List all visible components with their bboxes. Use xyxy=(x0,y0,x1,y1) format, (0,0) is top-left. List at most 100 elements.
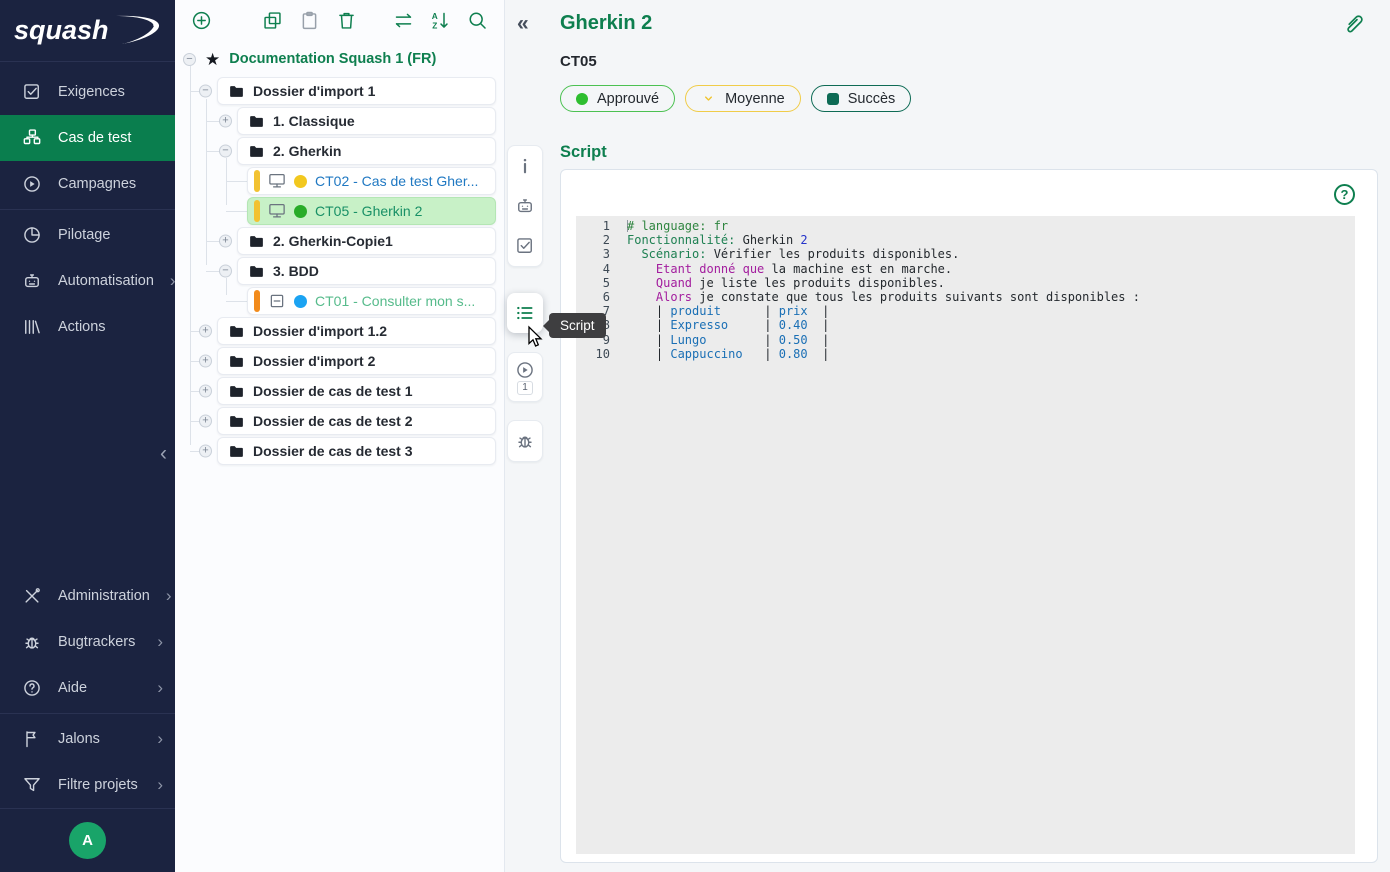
swap-icon[interactable] xyxy=(393,10,414,31)
tree-node-label: CT05 - Gherkin 2 xyxy=(315,203,422,219)
sidebar-item-label: Jalons xyxy=(58,731,141,747)
sidebar-item-pilotage[interactable]: Pilotage xyxy=(0,212,175,258)
tree-toggle-icon[interactable]: + xyxy=(199,415,212,428)
help-icon[interactable]: ? xyxy=(1334,184,1355,205)
tree-toggle-icon[interactable]: + xyxy=(199,445,212,458)
tree-node[interactable]: CT01 - Consulter mon s... xyxy=(247,287,496,315)
verification-icon[interactable] xyxy=(507,226,543,266)
bug-icon[interactable] xyxy=(507,421,543,461)
sidebar-divider xyxy=(0,209,175,210)
sidebar-item-filtre-projets[interactable]: Filtre projets› xyxy=(0,762,175,808)
main-header: Gherkin 2 xyxy=(560,12,1378,36)
information-icon[interactable] xyxy=(507,146,543,186)
folder-icon xyxy=(228,413,245,430)
code-line: 2Fonctionnalité: Gherkin 2 xyxy=(576,233,1355,247)
squash-logo[interactable]: squash xyxy=(0,0,175,62)
tree-node-label: 2. Gherkin xyxy=(273,143,341,159)
tree-node[interactable]: Dossier d'import 1 xyxy=(217,77,496,105)
sidebar-item-bugtrackers[interactable]: Bugtrackers› xyxy=(0,619,175,665)
folder-icon xyxy=(248,263,265,280)
status-badges: Approuvé Moyenne Succès xyxy=(560,85,1378,112)
tree-node[interactable]: Dossier d'import 2 xyxy=(217,347,496,375)
tree-row: − 2. Gherkin xyxy=(175,136,504,166)
badge-succès[interactable]: Succès xyxy=(811,85,912,112)
sidebar-item-actions[interactable]: Actions xyxy=(0,304,175,350)
tree-toggle-icon[interactable]: − xyxy=(183,53,196,66)
line-number: 5 xyxy=(576,276,610,290)
tree-node[interactable]: Dossier de cas de test 2 xyxy=(217,407,496,435)
tree-node[interactable]: Dossier d'import 1.2 xyxy=(217,317,496,345)
help-icon xyxy=(22,678,42,698)
robot-icon xyxy=(22,271,42,291)
sidebar-item-cas-de-test[interactable]: Cas de test xyxy=(0,115,175,161)
executions-count-badge: 1 xyxy=(517,381,533,395)
squash-app: squash ExigencesCas de test Campagnes Pilo… xyxy=(0,0,1390,872)
sidebar-divider xyxy=(0,713,175,714)
tree-toggle-icon[interactable]: − xyxy=(219,145,232,158)
tree-node[interactable]: CT05 - Gherkin 2 xyxy=(247,197,496,225)
tree-connector xyxy=(226,181,247,182)
gherkin-editor[interactable]: 1# language: fr2Fonctionnalité: Gherkin … xyxy=(576,216,1355,854)
paperclip-icon[interactable] xyxy=(1341,12,1365,36)
collapse-panel-icon[interactable]: « xyxy=(517,12,529,36)
sort-icon[interactable]: AZ xyxy=(430,10,451,31)
code-line: 8 | Expresso | 0.40 | xyxy=(576,318,1355,332)
add-icon[interactable] xyxy=(191,10,212,31)
sidebar-collapse-icon[interactable]: ‹ xyxy=(160,443,167,464)
tree-node-label: Dossier de cas de test 2 xyxy=(253,413,413,429)
script-panel: ? 1# language: fr2Fonctionnalité: Gherki… xyxy=(560,169,1378,863)
tree-node[interactable]: 2. Gherkin-Copie1 xyxy=(237,227,496,255)
sidebar-item-aide[interactable]: Aide› xyxy=(0,665,175,711)
tree-node[interactable]: CT02 - Cas de test Gher... xyxy=(247,167,496,195)
code-text: | Expresso | 0.40 | xyxy=(627,318,829,332)
sidebar-item-jalons[interactable]: Jalons › xyxy=(0,716,175,762)
sidebar-item-campagnes[interactable]: Campagnes xyxy=(0,161,175,207)
sidebar-item-label: Aide xyxy=(58,680,141,696)
copy-icon[interactable] xyxy=(262,10,283,31)
sidebar-item-label: Filtre projets xyxy=(58,777,141,793)
line-number: 10 xyxy=(576,347,610,361)
badge-approuvé[interactable]: Approuvé xyxy=(560,85,675,112)
search-icon[interactable] xyxy=(467,10,488,31)
tree-toggle-icon[interactable]: − xyxy=(219,265,232,278)
tree-connector xyxy=(206,241,220,242)
pie-icon xyxy=(22,225,42,245)
tree-row: + Dossier d'import 2 xyxy=(175,346,504,376)
tree-toggle-icon[interactable]: + xyxy=(199,385,212,398)
paste-icon[interactable] xyxy=(299,10,320,31)
chevron-down-icon xyxy=(701,91,716,106)
badge-moyenne[interactable]: Moyenne xyxy=(685,85,801,112)
sidebar-item-automatisation[interactable]: Automatisation› xyxy=(0,258,175,304)
tree-toggle-icon[interactable]: + xyxy=(219,235,232,248)
tree-row: +1. Classique xyxy=(175,106,504,136)
status-square-icon xyxy=(827,93,839,105)
tree-node[interactable]: Dossier de cas de test 3 xyxy=(217,437,496,465)
folder-icon xyxy=(228,443,245,460)
tree-node[interactable]: 2. Gherkin xyxy=(237,137,496,165)
code-text: | Cappuccino | 0.80 | xyxy=(627,347,829,361)
chevron-right-icon: › xyxy=(157,729,165,749)
project-root-label[interactable]: Documentation Squash 1 (FR) xyxy=(229,51,436,67)
tree-toggle-icon[interactable]: + xyxy=(199,325,212,338)
filter-icon xyxy=(22,775,42,795)
tree-toggle-icon[interactable]: + xyxy=(219,115,232,128)
tree-root[interactable]: − ★ Documentation Squash 1 (FR) xyxy=(175,46,504,72)
chevron-right-icon: › xyxy=(166,586,174,606)
sidebar-item-exigences[interactable]: Exigences xyxy=(0,69,175,115)
tree-row: + Dossier de cas de test 3 xyxy=(175,436,504,466)
tree-node[interactable]: 3. BDD xyxy=(237,257,496,285)
tree-node[interactable]: 1. Classique xyxy=(237,107,496,135)
tree-toggle-icon[interactable]: − xyxy=(199,85,212,98)
monitor-icon xyxy=(268,172,286,190)
avatar[interactable]: A xyxy=(69,822,106,859)
tree-node-label: CT01 - Consulter mon s... xyxy=(315,293,475,309)
status-circle-icon xyxy=(576,93,588,105)
sidebar-item-administration[interactable]: Administration› xyxy=(0,573,175,619)
tree-connector xyxy=(206,271,220,272)
tree-toggle-icon[interactable]: + xyxy=(199,355,212,368)
delete-icon[interactable] xyxy=(336,10,357,31)
automation-icon[interactable] xyxy=(507,186,543,226)
tree-node[interactable]: Dossier de cas de test 1 xyxy=(217,377,496,405)
monitor-icon xyxy=(268,202,286,220)
sidebar-item-label: Campagnes xyxy=(58,176,165,192)
